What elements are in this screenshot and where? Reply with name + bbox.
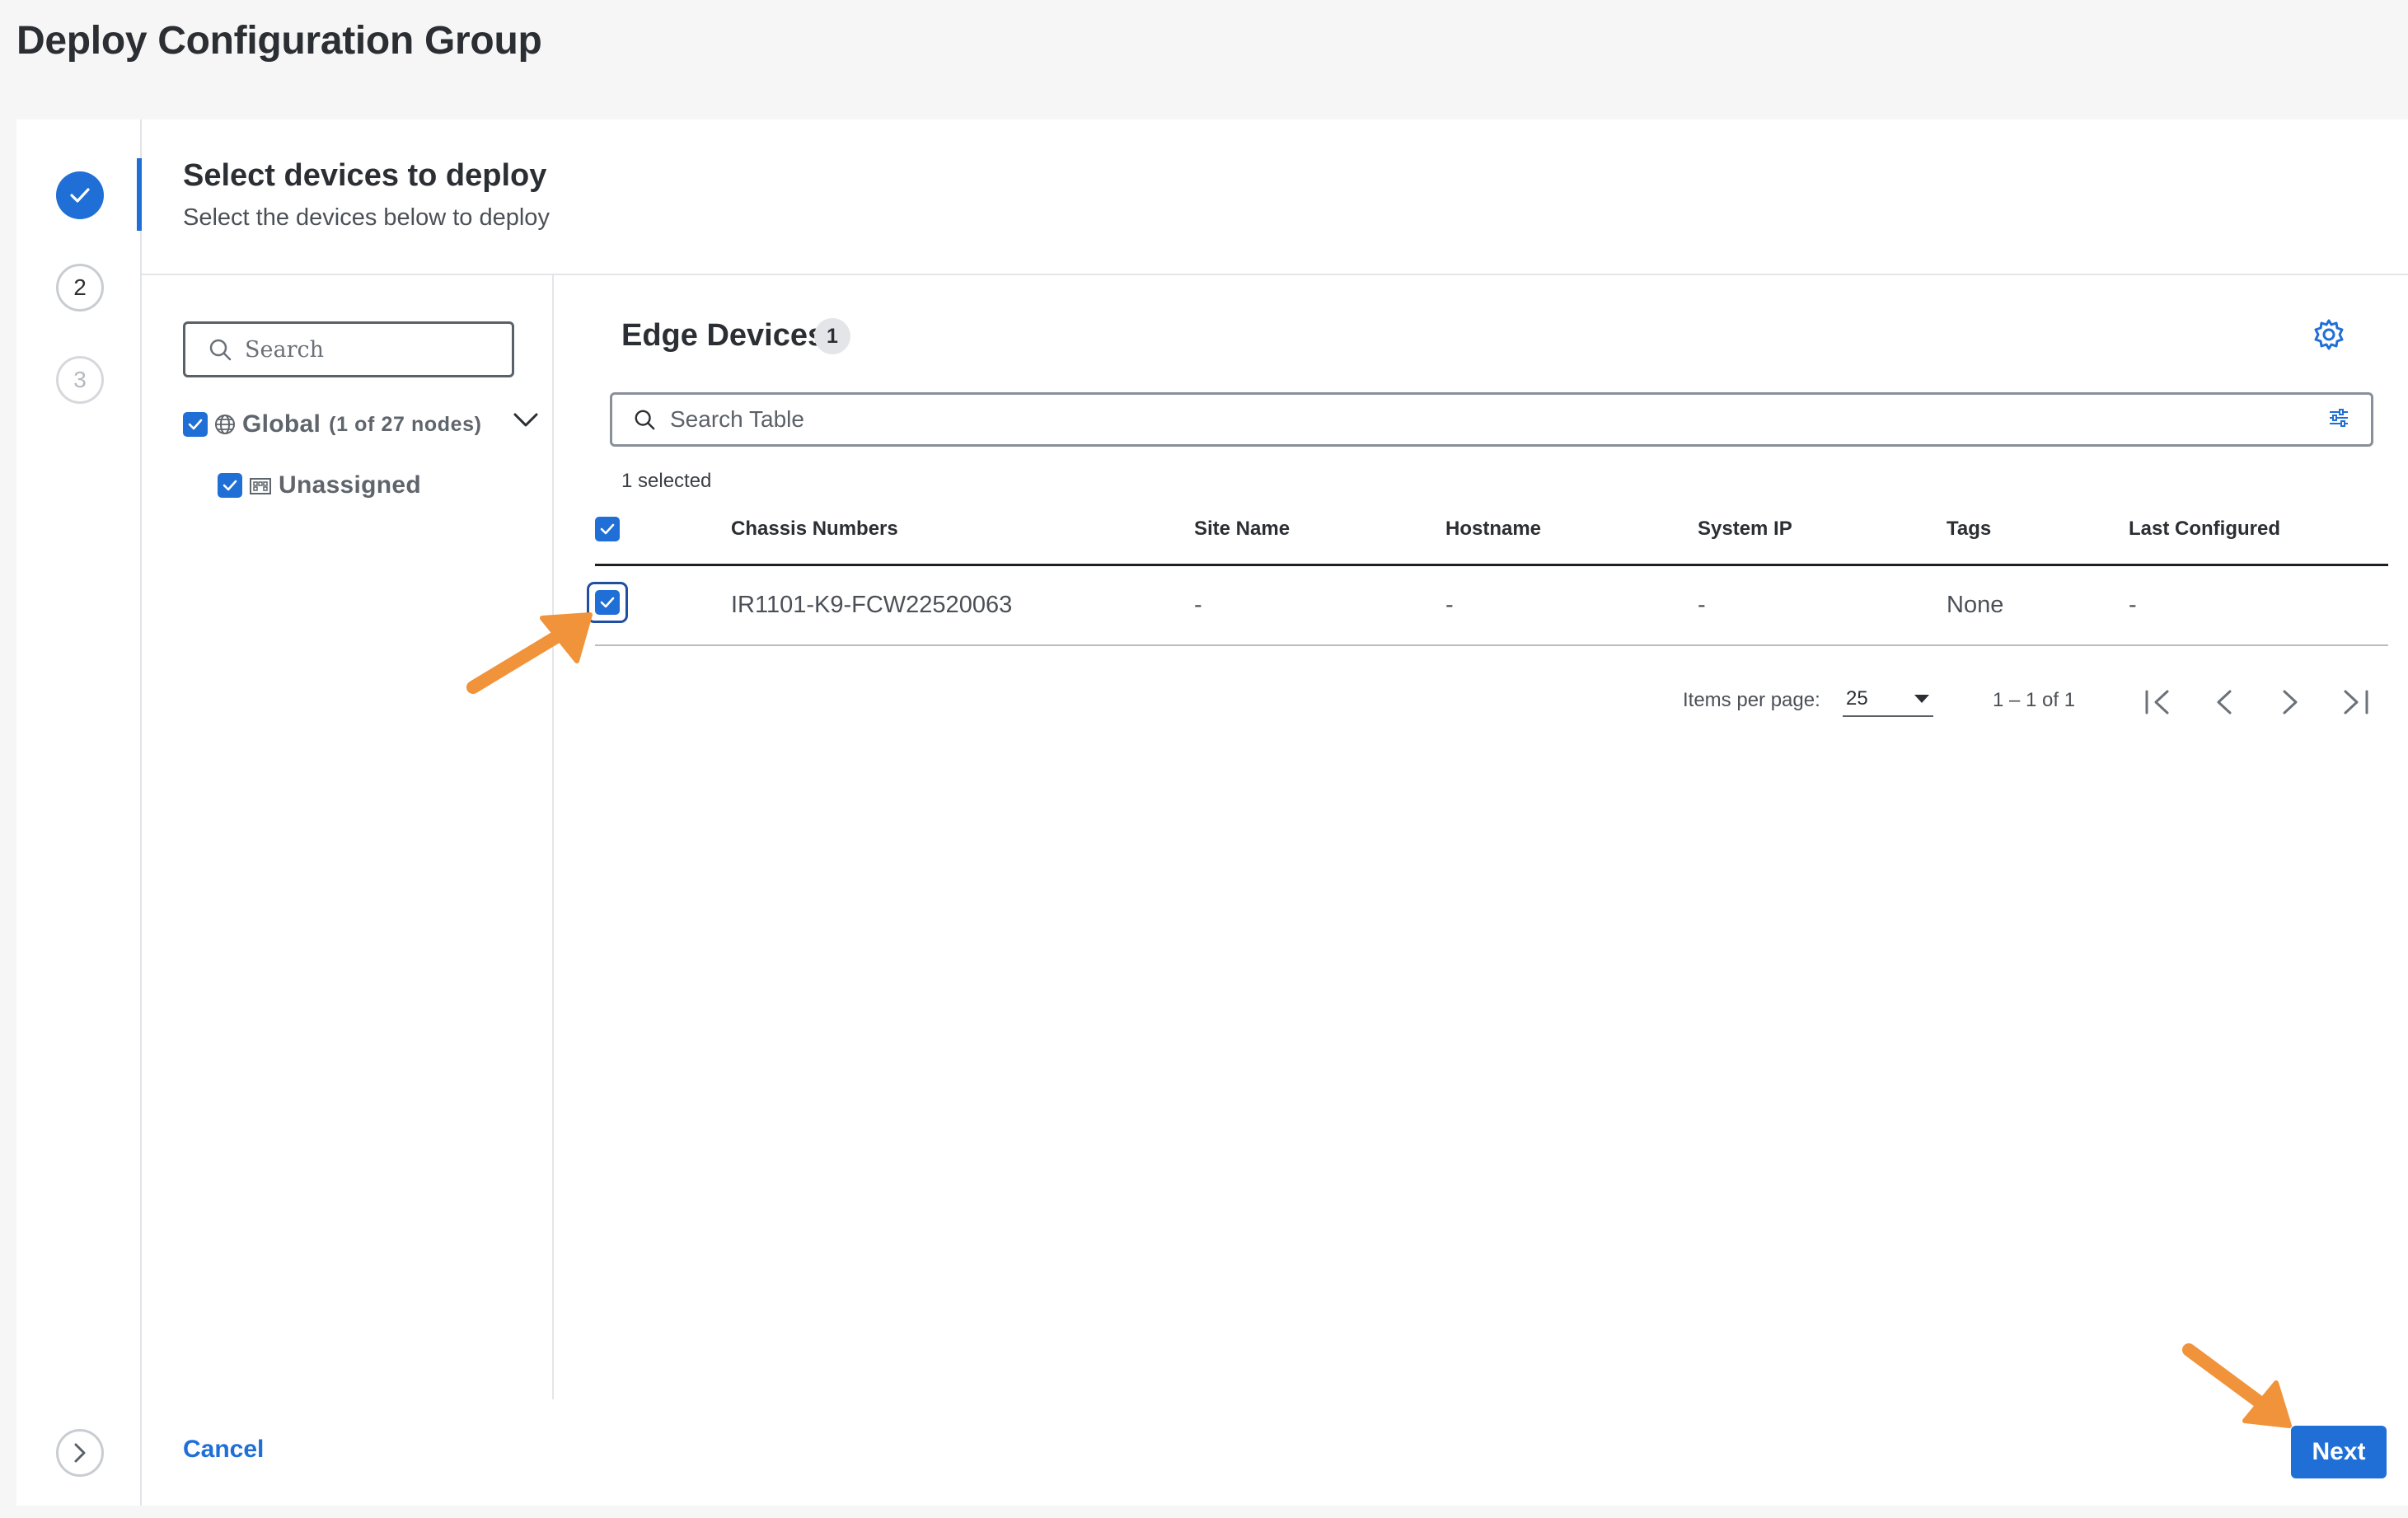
select-all-checkbox[interactable]	[595, 517, 620, 541]
filter-sliders-icon	[2330, 408, 2348, 427]
table-settings-button[interactable]	[2312, 318, 2345, 355]
checkmark-icon	[600, 523, 615, 535]
tree-node-count: (1 of 27 nodes)	[329, 412, 482, 436]
selection-count: 1 selected	[621, 470, 712, 492]
step-2[interactable]: 2	[56, 264, 104, 312]
checkmark-icon	[70, 188, 90, 203]
search-icon	[635, 410, 655, 430]
tree-node-label: Unassigned	[279, 471, 422, 499]
device-count-badge: 1	[814, 318, 850, 354]
column-header-last-configured[interactable]: Last Configured	[2129, 518, 2280, 541]
table-title: Edge Devices	[621, 318, 826, 353]
tree-node-label: Global	[242, 410, 321, 438]
cell-site-name: -	[1194, 592, 1202, 618]
step-3: 3	[56, 356, 104, 404]
chevron-right-icon	[74, 1443, 86, 1463]
checkmark-icon	[188, 419, 203, 430]
tree-node-global[interactable]: Global (1 of 27 nodes)	[183, 410, 482, 438]
annotation-arrow-icon	[2182, 1343, 2292, 1428]
cell-system-ip: -	[1698, 592, 1706, 618]
items-per-page-label: Items per page:	[1683, 689, 1820, 711]
table-search-box[interactable]	[610, 392, 2373, 447]
column-header-system-ip[interactable]: System IP	[1698, 518, 1792, 541]
items-per-page-select[interactable]: 25	[1843, 682, 1933, 717]
globe-icon	[215, 415, 235, 434]
column-header-site-name[interactable]: Site Name	[1194, 518, 1290, 541]
header-divider	[142, 274, 2408, 275]
last-page-icon	[2344, 690, 2368, 714]
table-row-rule	[595, 644, 2388, 646]
table-search-input[interactable]	[670, 406, 2236, 433]
next-button[interactable]: Next	[2291, 1426, 2387, 1478]
previous-page-button[interactable]	[2215, 689, 2233, 719]
next-page-button[interactable]	[2281, 689, 2299, 719]
collapse-global-button[interactable]	[513, 412, 539, 433]
expand-stepper-button[interactable]	[56, 1429, 104, 1477]
gear-icon	[2314, 319, 2344, 350]
cell-hostname: -	[1445, 592, 1454, 618]
chevron-down-icon	[513, 413, 538, 427]
panel-divider	[552, 275, 554, 1399]
chevron-left-icon	[2217, 690, 2232, 714]
section-subtitle: Select the devices below to deploy	[183, 204, 550, 231]
checkmark-icon	[223, 480, 237, 491]
tree-search-box[interactable]	[183, 321, 514, 377]
column-header-chassis[interactable]: Chassis Numbers	[731, 518, 898, 541]
page-title: Deploy Configuration Group	[16, 19, 542, 63]
building-icon	[250, 478, 271, 494]
step-1-complete[interactable]	[56, 171, 104, 219]
search-icon	[209, 339, 232, 361]
checkmark-icon	[600, 597, 615, 608]
filter-button[interactable]	[2328, 408, 2349, 431]
pagination-range: 1 – 1 of 1	[1993, 689, 2076, 711]
caret-down-icon	[1914, 695, 1929, 703]
active-step-indicator	[137, 158, 142, 231]
cell-tags: None	[1947, 592, 2004, 618]
tree-search-input[interactable]	[245, 336, 492, 363]
column-header-hostname[interactable]: Hostname	[1445, 518, 1541, 541]
items-per-page-value: 25	[1846, 687, 1868, 710]
cell-chassis-number: IR1101-K9-FCW22520063	[731, 592, 1013, 618]
column-header-tags[interactable]: Tags	[1947, 518, 1991, 541]
section-title: Select devices to deploy	[183, 158, 547, 193]
wizard-stepper	[16, 119, 142, 1506]
last-page-button[interactable]	[2342, 689, 2370, 719]
table-header-rule	[595, 564, 2388, 566]
tree-node-unassigned[interactable]: Unassigned	[218, 471, 421, 499]
annotation-arrow-icon	[466, 612, 593, 694]
cancel-button[interactable]: Cancel	[183, 1436, 264, 1464]
cell-last-configured: -	[2129, 592, 2137, 618]
chevron-right-icon	[2283, 690, 2298, 714]
global-checkbox[interactable]	[183, 412, 208, 437]
unassigned-checkbox[interactable]	[218, 473, 242, 498]
first-page-button[interactable]	[2144, 689, 2172, 719]
first-page-icon	[2145, 690, 2169, 714]
